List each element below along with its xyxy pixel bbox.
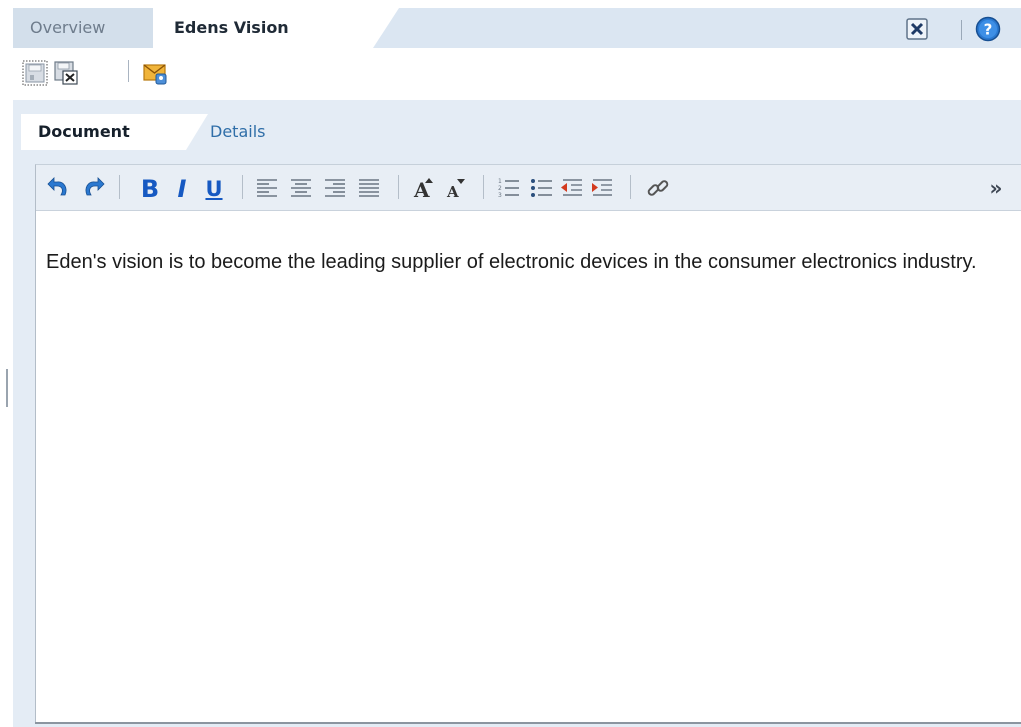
action-toolbar bbox=[13, 48, 1021, 100]
svg-text:1: 1 bbox=[498, 178, 502, 185]
toolbar-separator bbox=[128, 60, 129, 82]
svg-text:?: ? bbox=[984, 21, 993, 39]
toolbar-separator bbox=[398, 175, 399, 199]
save-icon[interactable] bbox=[22, 60, 48, 86]
italic-icon[interactable]: I bbox=[170, 175, 194, 203]
svg-text:2: 2 bbox=[498, 185, 502, 192]
email-icon[interactable] bbox=[142, 60, 168, 86]
tab-edens-vision[interactable]: Edens Vision bbox=[153, 8, 399, 48]
redo-icon[interactable] bbox=[80, 175, 106, 201]
link-icon[interactable] bbox=[645, 175, 671, 201]
splitter-handle[interactable] bbox=[6, 369, 8, 407]
tab-details[interactable]: Details bbox=[210, 114, 320, 150]
bold-icon[interactable]: B bbox=[138, 175, 162, 203]
document-panel: Document Details B I U A A 1 2 3 » Eden'… bbox=[13, 100, 1021, 727]
tab-overview[interactable]: Overview bbox=[13, 8, 153, 48]
numbered-list-icon[interactable]: 123 bbox=[496, 175, 522, 201]
toolbar-separator bbox=[483, 175, 484, 199]
editor-bottom-border bbox=[35, 722, 1021, 724]
help-icon[interactable]: ? bbox=[975, 16, 1001, 42]
toolbar-separator bbox=[119, 175, 120, 199]
document-body[interactable]: Eden's vision is to become the leading s… bbox=[46, 249, 1006, 275]
decrease-font-icon[interactable]: A bbox=[443, 175, 469, 201]
outdent-icon[interactable] bbox=[559, 175, 585, 201]
format-toolbar: B I U A A 1 2 3 » bbox=[36, 165, 1021, 211]
tab-document[interactable]: Document bbox=[21, 114, 208, 150]
align-right-icon[interactable] bbox=[322, 175, 348, 201]
more-tools-button[interactable]: » bbox=[984, 175, 1008, 201]
close-box-icon[interactable] bbox=[906, 18, 928, 40]
toolbar-separator bbox=[630, 175, 631, 199]
rich-text-editor: B I U A A 1 2 3 » Eden's vision is to be… bbox=[35, 164, 1021, 724]
bullet-list-icon[interactable] bbox=[529, 175, 555, 201]
header-separator bbox=[961, 20, 962, 40]
align-left-icon[interactable] bbox=[254, 175, 280, 201]
undo-icon[interactable] bbox=[46, 175, 72, 201]
svg-text:A: A bbox=[446, 183, 459, 201]
top-tab-bar: Overview Edens Vision ? bbox=[13, 8, 1021, 48]
toolbar-separator bbox=[242, 175, 243, 199]
sub-tab-bar: Document Details bbox=[13, 100, 1021, 150]
align-center-icon[interactable] bbox=[288, 175, 314, 201]
svg-text:3: 3 bbox=[498, 192, 502, 199]
save-and-close-icon[interactable] bbox=[53, 60, 79, 86]
increase-font-icon[interactable]: A bbox=[411, 175, 437, 201]
justify-icon[interactable] bbox=[356, 175, 382, 201]
underline-icon[interactable]: U bbox=[202, 175, 226, 203]
indent-icon[interactable] bbox=[589, 175, 615, 201]
